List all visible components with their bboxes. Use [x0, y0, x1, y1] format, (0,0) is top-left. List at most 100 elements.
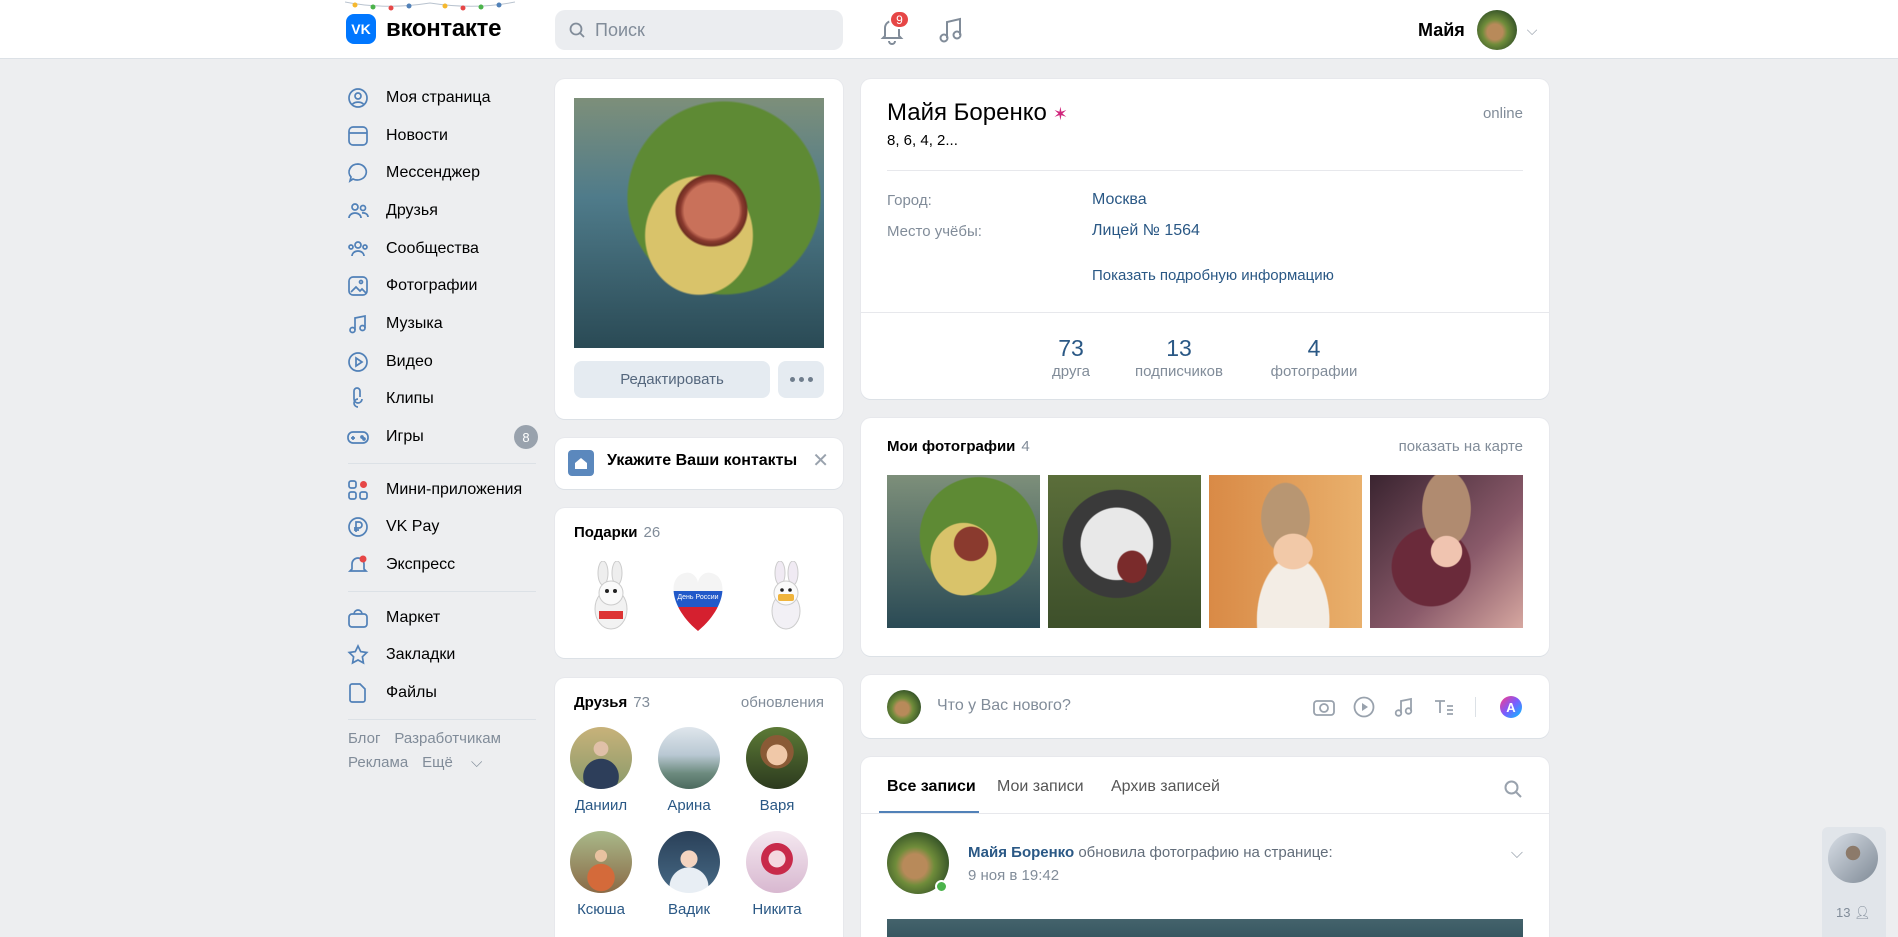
photo-thumbnail[interactable] — [1048, 475, 1201, 628]
sidebar-item[interactable]: Фотографии — [346, 267, 536, 305]
avatar[interactable] — [1828, 833, 1878, 883]
music-icon[interactable] — [936, 14, 966, 46]
developers-link[interactable]: Разработчикам — [394, 730, 500, 747]
nav-divider — [348, 590, 536, 592]
post-author-link[interactable]: Майя Боренко — [968, 844, 1074, 861]
school-link[interactable]: Лицей № 1564 — [1092, 222, 1200, 240]
communities-icon — [346, 237, 376, 261]
svg-text:A: A — [1506, 700, 1516, 715]
logo-text: вконтакте — [386, 15, 502, 42]
edit-profile-button[interactable]: Редактировать — [574, 361, 770, 398]
sidebar-item[interactable]: VK Pay — [346, 509, 536, 547]
tab-all-posts[interactable]: Все записи — [887, 778, 976, 796]
photo-thumbnail[interactable] — [887, 475, 1040, 628]
user-circle-icon — [346, 86, 376, 110]
friend-item[interactable]: Варя — [737, 727, 817, 814]
games-icon — [346, 425, 376, 449]
music-icon[interactable] — [1392, 695, 1416, 719]
blog-link[interactable]: Блог — [348, 730, 380, 747]
post-compose-card[interactable]: Что у Вас нового? A — [861, 675, 1549, 738]
sidebar-item[interactable]: Закладки — [346, 637, 536, 675]
gifts-label: Подарки — [574, 524, 638, 541]
friend-item[interactable]: Вадик — [649, 831, 729, 918]
bookmark-icon — [346, 643, 376, 667]
sidebar-item[interactable]: Игры 8 — [346, 418, 538, 456]
side-chat-panel[interactable]: 13 👤︎ — [1822, 827, 1886, 937]
photos-counter[interactable]: 4 фотографии — [1244, 335, 1384, 380]
music-icon — [346, 312, 376, 336]
sidebar-item[interactable]: Сообщества — [346, 230, 536, 268]
sidebar-item[interactable]: Новости — [346, 117, 536, 155]
photo-thumbnail[interactable] — [1370, 475, 1523, 628]
sidebar-item-label: Закладки — [386, 646, 456, 664]
express-icon — [346, 553, 376, 577]
user-menu[interactable]: Майя ⌵ — [1418, 10, 1537, 50]
vk-logo[interactable]: VK вконтакте — [346, 14, 501, 44]
friend-name: Вадик — [667, 901, 711, 918]
avatar — [658, 831, 720, 893]
show-on-map-link[interactable]: показать на карте — [1399, 438, 1523, 455]
friends-updates-link[interactable]: обновления — [741, 694, 824, 711]
search-input[interactable] — [595, 19, 825, 41]
friend-item[interactable]: Арина — [649, 727, 729, 814]
friend-item[interactable]: Даниил — [561, 727, 641, 814]
gift-bunny-sticker[interactable] — [581, 561, 641, 636]
more-button[interactable] — [778, 361, 824, 398]
photos-title[interactable]: Мои фотографии 4 — [887, 438, 1030, 455]
article-icon[interactable] — [1432, 695, 1456, 719]
gifts-card[interactable]: Подарки 26 День России — [555, 508, 843, 658]
followers-counter[interactable]: 13 подписчиков — [1109, 335, 1249, 380]
profile-status[interactable]: 8, 6, 4, 2... — [887, 132, 958, 149]
tab-archive[interactable]: Архив записей — [1111, 778, 1220, 796]
profile-photo[interactable] — [574, 98, 824, 348]
gift-bunny-mask-sticker[interactable] — [756, 561, 816, 636]
vk-ai-icon[interactable]: A — [1499, 695, 1523, 719]
online-indicator — [935, 880, 948, 893]
close-icon[interactable]: ✕ — [812, 448, 829, 473]
city-link[interactable]: Москва — [1092, 191, 1147, 209]
gifts-title: Подарки 26 — [574, 524, 660, 541]
chat-count: 13 — [1836, 905, 1851, 920]
sidebar-item[interactable]: Мессенджер — [346, 154, 536, 192]
show-more-info-link[interactable]: Показать подробную информацию — [1092, 267, 1334, 284]
camera-icon[interactable] — [1312, 695, 1336, 719]
school-label: Место учёбы: — [887, 223, 982, 240]
compose-placeholder[interactable]: Что у Вас нового? — [937, 697, 1071, 715]
friends-title[interactable]: Друзья 73 — [574, 694, 650, 711]
search-box[interactable] — [555, 10, 843, 50]
sidebar-item[interactable]: Маркет — [346, 599, 536, 637]
post-header: Майя Боренко обновила фотографию на стра… — [968, 844, 1333, 861]
sidebar-item[interactable]: Друзья — [346, 192, 536, 230]
star-icon[interactable]: ✶ — [1053, 104, 1068, 124]
sidebar-item[interactable]: Клипы — [346, 381, 536, 419]
sidebar-item[interactable]: Экспресс — [346, 546, 536, 584]
sidebar-item[interactable]: Моя страница — [346, 79, 536, 117]
tab-my-posts[interactable]: Мои записи — [997, 778, 1084, 796]
contacts-prompt: Укажите Ваши контакты — [607, 452, 798, 469]
friend-item[interactable]: Ксюша — [561, 831, 641, 918]
sidebar-item-label: Музыка — [386, 314, 443, 332]
more-link[interactable]: Ещё ⌵ — [422, 754, 482, 771]
gift-russia-heart[interactable]: День России — [668, 561, 728, 636]
avatar — [658, 727, 720, 789]
chevron-down-icon[interactable]: ⌵ — [1511, 845, 1523, 863]
sidebar-item[interactable]: Музыка — [346, 305, 536, 343]
contacts-card[interactable]: Укажите Ваши контакты ✕ — [555, 438, 843, 489]
sidebar-item-label: Друзья — [386, 201, 438, 219]
counter-value: 13 — [1166, 335, 1192, 361]
photo-thumbnail[interactable] — [1209, 475, 1362, 628]
post-photo[interactable] — [887, 919, 1523, 937]
divider — [861, 813, 1549, 814]
avatar-card: Редактировать — [555, 79, 843, 419]
clips-icon — [346, 387, 376, 411]
search-icon[interactable] — [1503, 779, 1523, 799]
sidebar-item-label: VK Pay — [386, 518, 440, 536]
friend-item[interactable]: Никита — [737, 831, 817, 918]
video-icon[interactable] — [1352, 695, 1376, 719]
ads-link[interactable]: Реклама — [348, 754, 408, 771]
sidebar-item[interactable]: Мини-приложения — [346, 471, 536, 509]
apps-icon — [346, 478, 376, 502]
sidebar-item[interactable]: Файлы — [346, 674, 536, 712]
post-date[interactable]: 9 ноя в 19:42 — [968, 867, 1059, 884]
sidebar-item[interactable]: Видео — [346, 343, 536, 381]
